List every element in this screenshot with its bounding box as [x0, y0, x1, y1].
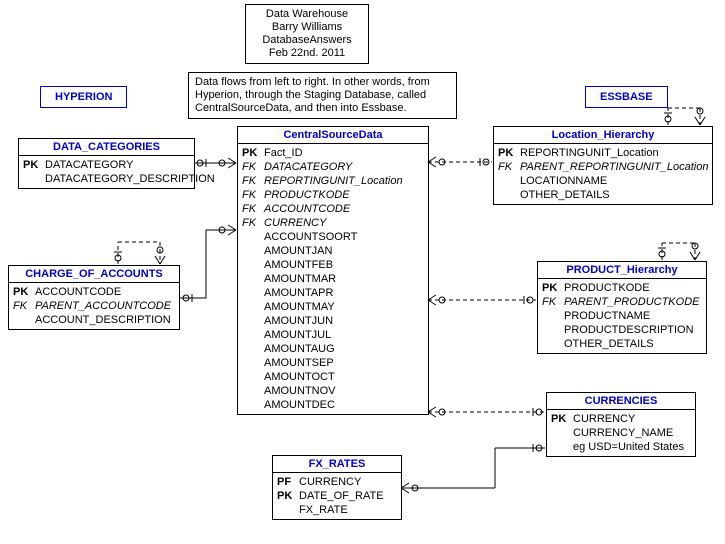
entity-title: PRODUCT_Hierarchy: [538, 262, 706, 279]
entity-charge-of-accounts: CHARGE_OF_ACCOUNTS PKACCOUNTCODEFKPARENT…: [8, 265, 180, 330]
attr-row: ACCOUNTSOORT: [242, 230, 424, 244]
flow-note: Data flows from left to right. In other …: [188, 72, 457, 119]
entity-central-source-data: CentralSourceData PKFact_IDFKDATACATEGOR…: [237, 126, 429, 415]
attr-row: DATACATEGORY_DESCRIPTION: [23, 172, 190, 186]
attr-row: PKCURRENCY: [551, 412, 691, 426]
meta-box: Data Warehouse Barry Williams DatabaseAn…: [245, 4, 369, 64]
entity-attrs: PKACCOUNTCODEFKPARENT_ACCOUNTCODEACCOUNT…: [9, 283, 179, 329]
rel-product-self-ends: [658, 243, 700, 260]
rel-currencies-fx: [401, 444, 545, 493]
attr-row: FKPARENT_PRODUCTKODE: [542, 295, 702, 309]
hyperion-label: HYPERION: [40, 86, 127, 108]
attr-row: AMOUNTJAN: [242, 244, 424, 258]
attr-row: AMOUNTDEC: [242, 398, 424, 412]
attr-row: AMOUNTNOV: [242, 384, 424, 398]
attr-row: ACCOUNT_DESCRIPTION: [13, 313, 175, 327]
attr-row: PKFact_ID: [242, 146, 424, 160]
attr-row: FKPRODUCTKODE: [242, 188, 424, 202]
attr-row: AMOUNTSEP: [242, 356, 424, 370]
entity-title: Location_Hierarchy: [494, 127, 712, 144]
rel-central-product-ends: [428, 295, 533, 305]
attr-row: LOCATIONNAME: [498, 174, 708, 188]
entity-data-categories: DATA_CATEGORIES PKDATACATEGORYDATACATEGO…: [18, 138, 195, 189]
attr-row: OTHER_DETAILS: [542, 337, 702, 351]
attr-row: eg USD=United States: [551, 440, 691, 454]
rel-central-currencies-ends: [428, 407, 542, 417]
rel-accounts-self: [118, 242, 160, 264]
meta-line1: Data Warehouse: [252, 8, 362, 21]
rel-location-self: [668, 108, 700, 125]
attr-row: PRODUCTDESCRIPTION: [542, 323, 702, 337]
attr-row: PKDATACATEGORY: [23, 158, 190, 172]
entity-attrs: PFCURRENCYPKDATE_OF_RATEFX_RATE: [273, 473, 401, 519]
attr-row: FKPARENT_REPORTINGUNIT_Location: [498, 160, 708, 174]
attr-row: FKCURRENCY: [242, 216, 424, 230]
attr-row: AMOUNTAPR: [242, 286, 424, 300]
attr-row: PKPRODUCTKODE: [542, 281, 702, 295]
attr-row: OTHER_DETAILS: [498, 188, 708, 202]
meta-line3: DatabaseAnswers: [252, 34, 362, 47]
attr-row: PRODUCTNAME: [542, 309, 702, 323]
meta-line4: Feb 22nd. 2011: [252, 47, 362, 60]
entity-product-hierarchy: PRODUCT_Hierarchy PKPRODUCTKODEFKPARENT_…: [537, 261, 707, 354]
entity-title: CentralSourceData: [238, 127, 428, 144]
rel-location-self-ends: [664, 108, 705, 125]
rel-accounts-self-ends: [114, 247, 165, 264]
attr-row: FKDATACATEGORY: [242, 160, 424, 174]
attr-row: FKACCOUNTCODE: [242, 202, 424, 216]
entity-title: CURRENCIES: [547, 393, 695, 410]
entity-attrs: PKPRODUCTKODEFKPARENT_PRODUCTKODEPRODUCT…: [538, 279, 706, 353]
attr-row: AMOUNTJUN: [242, 314, 424, 328]
entity-attrs: PKCURRENCYCURRENCY_NAMEeg USD=United Sta…: [547, 410, 695, 456]
attr-row: AMOUNTFEB: [242, 258, 424, 272]
entity-attrs: PKFact_IDFKDATACATEGORYFKREPORTINGUNIT_L…: [238, 144, 428, 414]
attr-row: PKDATE_OF_RATE: [277, 489, 397, 503]
entity-title: FX_RATES: [273, 456, 401, 473]
meta-line2: Barry Williams: [252, 21, 362, 34]
rel-datacat-central: [194, 158, 236, 168]
essbase-label: ESSBASE: [585, 86, 668, 108]
entity-attrs: PKREPORTINGUNIT_LocationFKPARENT_REPORTI…: [494, 144, 712, 204]
attr-row: PFCURRENCY: [277, 475, 397, 489]
attr-row: CURRENCY_NAME: [551, 426, 691, 440]
rel-accounts-central: [179, 225, 236, 302]
attr-row: PKREPORTINGUNIT_Location: [498, 146, 708, 160]
rel-central-location-ends: [428, 157, 489, 167]
attr-row: FKPARENT_ACCOUNTCODE: [13, 299, 175, 313]
attr-row: AMOUNTOCT: [242, 370, 424, 384]
entity-title: DATA_CATEGORIES: [19, 139, 194, 156]
attr-row: FKREPORTINGUNIT_Location: [242, 174, 424, 188]
attr-row: AMOUNTMAY: [242, 300, 424, 314]
entity-currencies: CURRENCIES PKCURRENCYCURRENCY_NAMEeg USD…: [546, 392, 696, 457]
attr-row: FX_RATE: [277, 503, 397, 517]
entity-attrs: PKDATACATEGORYDATACATEGORY_DESCRIPTION: [19, 156, 194, 188]
attr-row: AMOUNTMAR: [242, 272, 424, 286]
entity-location-hierarchy: Location_Hierarchy PKREPORTINGUNIT_Locat…: [493, 126, 713, 205]
attr-row: PKACCOUNTCODE: [13, 285, 175, 299]
entity-title: CHARGE_OF_ACCOUNTS: [9, 266, 179, 283]
rel-product-self: [662, 243, 695, 260]
flow-note-text: Data flows from left to right. In other …: [195, 76, 430, 114]
entity-fx-rates: FX_RATES PFCURRENCYPKDATE_OF_RATEFX_RATE: [272, 455, 402, 520]
attr-row: AMOUNTAUG: [242, 342, 424, 356]
erd-canvas: { "meta": { "line1": "Data Warehouse", "…: [0, 0, 725, 544]
attr-row: AMOUNTJUL: [242, 328, 424, 342]
